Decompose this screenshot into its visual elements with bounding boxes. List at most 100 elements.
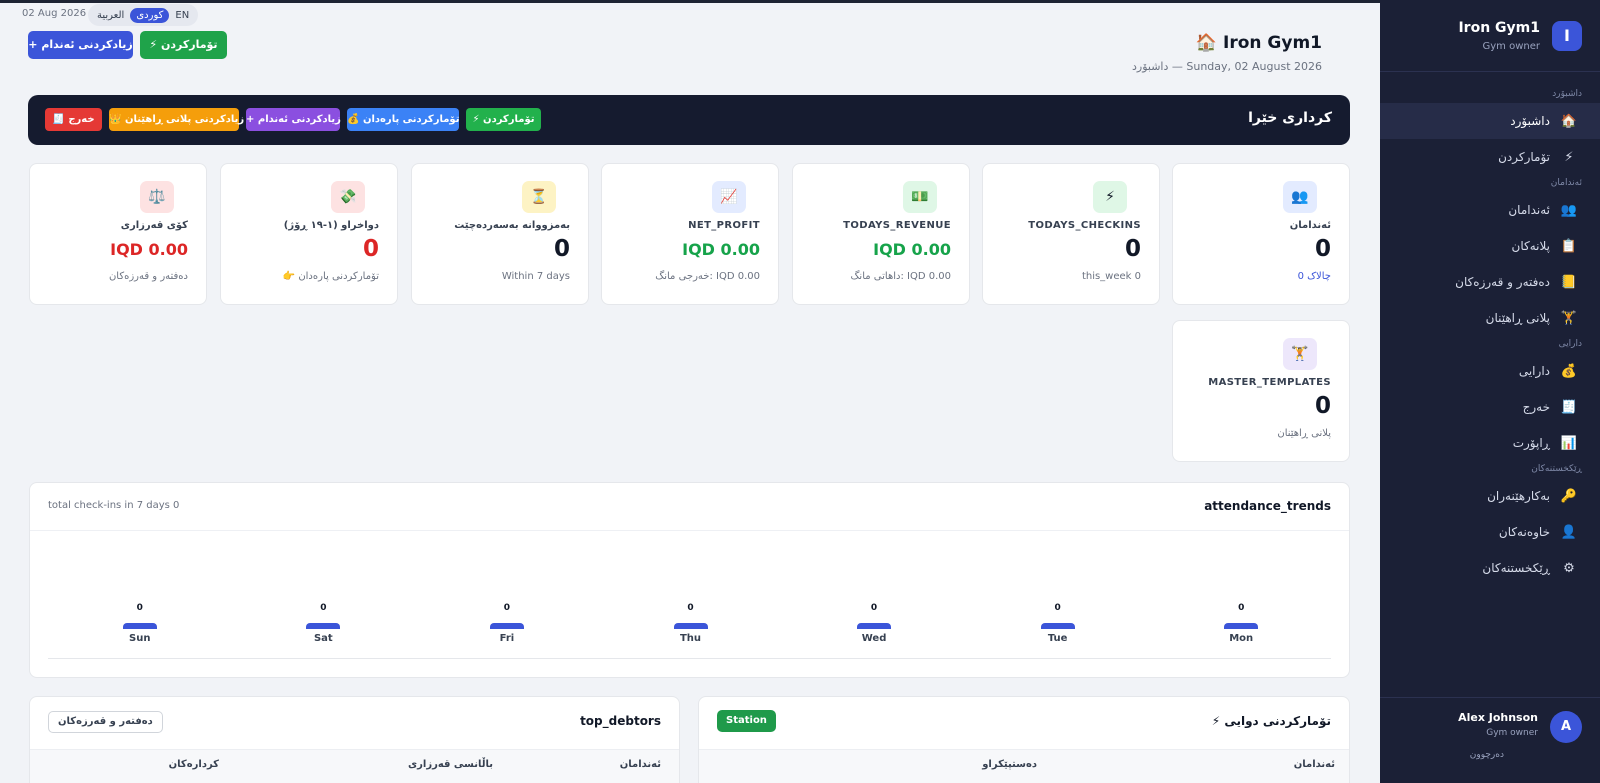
stat-value: 0 <box>1314 393 1331 419</box>
station-badge[interactable]: Station <box>717 710 776 732</box>
bar-day-label: Mon <box>1229 633 1254 644</box>
attendance-bar-thu: 0 Thu <box>661 603 721 644</box>
bar-day-label: Sat <box>313 633 333 644</box>
stat-card-net-profit[interactable]: 📈 NET_PROFIT IQD 0.00 خەرجی مانگ: IQD 0.… <box>601 163 779 305</box>
stat-value: IQD 0.00 <box>682 240 760 259</box>
stat-value: IQD 0.00 <box>873 240 951 259</box>
gym-role: Gym owner <box>1482 41 1541 52</box>
sidebar-item[interactable]: ڕێکخستنەکان ⚙ <box>1380 550 1600 586</box>
sidebar-section-title: دارایی <box>1558 339 1582 349</box>
attendance-title: attendance_trends <box>1204 499 1331 513</box>
bar <box>857 623 892 629</box>
stat-sub: دەفتەر و قەرزەکان <box>108 271 188 282</box>
bar-day-label: Wed <box>861 633 887 644</box>
sidebar-item-icon: 💰 <box>1560 363 1578 379</box>
sidebar-section-title: داشبۆرد <box>1552 89 1582 99</box>
lang-english[interactable]: EN <box>169 8 195 23</box>
gym-name: Iron Gym1 <box>1458 20 1540 36</box>
stat-sub: 0 چالاک <box>1297 271 1331 282</box>
table-header: ئەندامان باڵانسی قەرزاری کردارەکان <box>30 749 679 783</box>
sidebar-item[interactable]: خاوەنەکان 👤 <box>1380 514 1600 550</box>
stat-value: 0 <box>553 236 570 262</box>
quick-actions-title: کرداری خێرا <box>1248 110 1332 126</box>
bar-day-label: Thu <box>679 633 702 644</box>
recent-checkins-panel: ⚡ تۆمارکردنی دوایی Station ئەندامان دەست… <box>698 696 1350 783</box>
stat-value: 0 <box>1314 236 1331 262</box>
bar <box>306 623 341 629</box>
quick-expense-button[interactable]: 🧾 خەرج <box>45 108 102 131</box>
sidebar-item-label: بەکارهێنەران <box>1487 489 1550 503</box>
col-actions: کردارەکان <box>168 759 219 770</box>
stat-label: ئەندامان <box>1289 220 1331 231</box>
sidebar-item-icon: 📒 <box>1560 274 1578 290</box>
sidebar-item-icon: 📊 <box>1560 435 1578 451</box>
stat-card-expiring[interactable]: ⏳ بەمزووانە بەسەردەچێت 0 Within 7 days <box>411 163 589 305</box>
page-subtitle: داشبۆرد — Sunday, 02 August 2026 <box>1131 60 1322 73</box>
table-header: ئەندامان دەستپێکراو <box>699 749 1349 783</box>
avatar[interactable]: A <box>1550 711 1582 743</box>
quick-checkin-button[interactable]: ⚡ تۆمارکردن <box>466 108 541 131</box>
attendance-bar-sat: 0 Sat <box>293 603 353 644</box>
top-debtors-title: top_debtors <box>580 714 661 728</box>
stat-card-members[interactable]: 👥 ئەندامان 0 0 چالاک <box>1172 163 1350 305</box>
sidebar-section-title: ئەندامان <box>1550 178 1582 188</box>
sidebar-item[interactable]: پلانەکان 📋 <box>1380 228 1600 264</box>
ledger-button[interactable]: دەفتەر و قەرزەکان <box>48 711 163 733</box>
stat-card-revenue[interactable]: 💵 TODAYS_REVENUE IQD 0.00 داهاتی مانگ: I… <box>792 163 970 305</box>
add-member-button[interactable]: + زیادکردنی ئەندام <box>28 31 133 59</box>
sidebar-item-label: تۆمارکردن <box>1498 150 1550 164</box>
stat-sub: this_week 0 <box>1081 271 1141 282</box>
sidebar-item-label: خاوەنەکان <box>1498 525 1550 539</box>
sidebar-item-label: ڕێکخستنەکان <box>1482 561 1550 575</box>
sidebar-user: A Alex Johnson Gym owner دەرچوون <box>1380 697 1600 783</box>
bar-day-label: Tue <box>1047 633 1068 644</box>
sidebar-item-icon: 🏋 <box>1560 310 1578 326</box>
sidebar-item[interactable]: تۆمارکردن ⚡ <box>1380 139 1600 175</box>
scales-icon: ⚖️ <box>140 181 174 213</box>
stat-label: NET_PROFIT <box>688 220 760 231</box>
bar-value-label: 0 <box>503 603 511 613</box>
lang-kurdish[interactable]: کوردی <box>130 7 170 23</box>
col-started: دەستپێکراو <box>982 759 1037 770</box>
sidebar-item[interactable]: بەکارهێنەران 🔑 <box>1380 478 1600 514</box>
logout-link[interactable]: دەرچوون <box>1470 750 1504 760</box>
attendance-bar-sun: 0 Sun <box>110 603 170 644</box>
sidebar-item[interactable]: داشبۆرد 🏠 <box>1380 103 1600 139</box>
stat-label: بەمزووانە بەسەردەچێت <box>454 220 570 231</box>
sidebar-item[interactable]: دارایی 💰 <box>1380 353 1600 389</box>
sidebar-item-label: پلانەکان <box>1511 239 1550 253</box>
sidebar-item[interactable]: دەفتەر و قەرزەکان 📒 <box>1380 264 1600 300</box>
bar <box>489 623 524 629</box>
attendance-bar-fri: 0 Fri <box>477 603 537 644</box>
stat-card-total-debt[interactable]: ⚖️ کۆی قەرزاری IQD 0.00 دەفتەر و قەرزەکا… <box>29 163 207 305</box>
quick-add-plan-button[interactable]: 👑 زیادکردنی پلانی ڕاهێنان <box>109 108 244 131</box>
quick-record-payment-button[interactable]: 💰 تۆمارکردنی پارەدان <box>347 108 459 131</box>
money-icon: 💵 <box>903 181 937 213</box>
stat-card-master-templates[interactable]: 🏋 MASTER_TEMPLATES 0 پلانی ڕاهێنان <box>1172 320 1350 462</box>
stat-value: 0 <box>1124 236 1141 262</box>
stat-sub[interactable]: 👉 تۆمارکردنی پارەدان <box>283 271 379 282</box>
sidebar-item[interactable]: ڕاپۆرت 📊 <box>1380 425 1600 461</box>
stat-label: TODAYS_CHECKINS <box>1028 220 1141 231</box>
stat-value: IQD 0.00 <box>110 240 188 259</box>
bar-value-label: 0 <box>1054 603 1061 613</box>
lang-arabic[interactable]: العربية <box>91 8 130 23</box>
bar-value-label: 0 <box>870 603 878 613</box>
stat-sub: پلانی ڕاهێنان <box>1277 428 1331 439</box>
sidebar-item-label: ڕاپۆرت <box>1512 436 1550 450</box>
sidebar-item[interactable]: ئەندامان 👥 <box>1380 192 1600 228</box>
quick-add-member-button[interactable]: + زیادکردنی ئەندام <box>246 108 341 131</box>
sidebar-item-label: دارایی <box>1518 364 1550 378</box>
sidebar-item[interactable]: پلانی ڕاهێنان 🏋 <box>1380 300 1600 336</box>
sidebar-item-icon: 👥 <box>1560 202 1578 218</box>
sidebar-item-label: داشبۆرد <box>1510 114 1550 128</box>
bar-value-label: 0 <box>1238 603 1245 613</box>
checkin-button[interactable]: ⚡ تۆمارکردن <box>140 31 227 59</box>
sidebar-item-icon: 🔑 <box>1560 488 1578 504</box>
attendance-divider <box>30 530 1349 531</box>
stat-card-overdue[interactable]: 💸 دواخراو (۱-۱۹ ڕۆژ) 0 👉 تۆمارکردنی پارە… <box>220 163 398 305</box>
stat-card-checkins[interactable]: ⚡ TODAYS_CHECKINS 0 this_week 0 <box>982 163 1160 305</box>
bar-value-label: 0 <box>687 603 694 613</box>
bar <box>1040 623 1075 629</box>
sidebar-item[interactable]: خەرج 🧾 <box>1380 389 1600 425</box>
